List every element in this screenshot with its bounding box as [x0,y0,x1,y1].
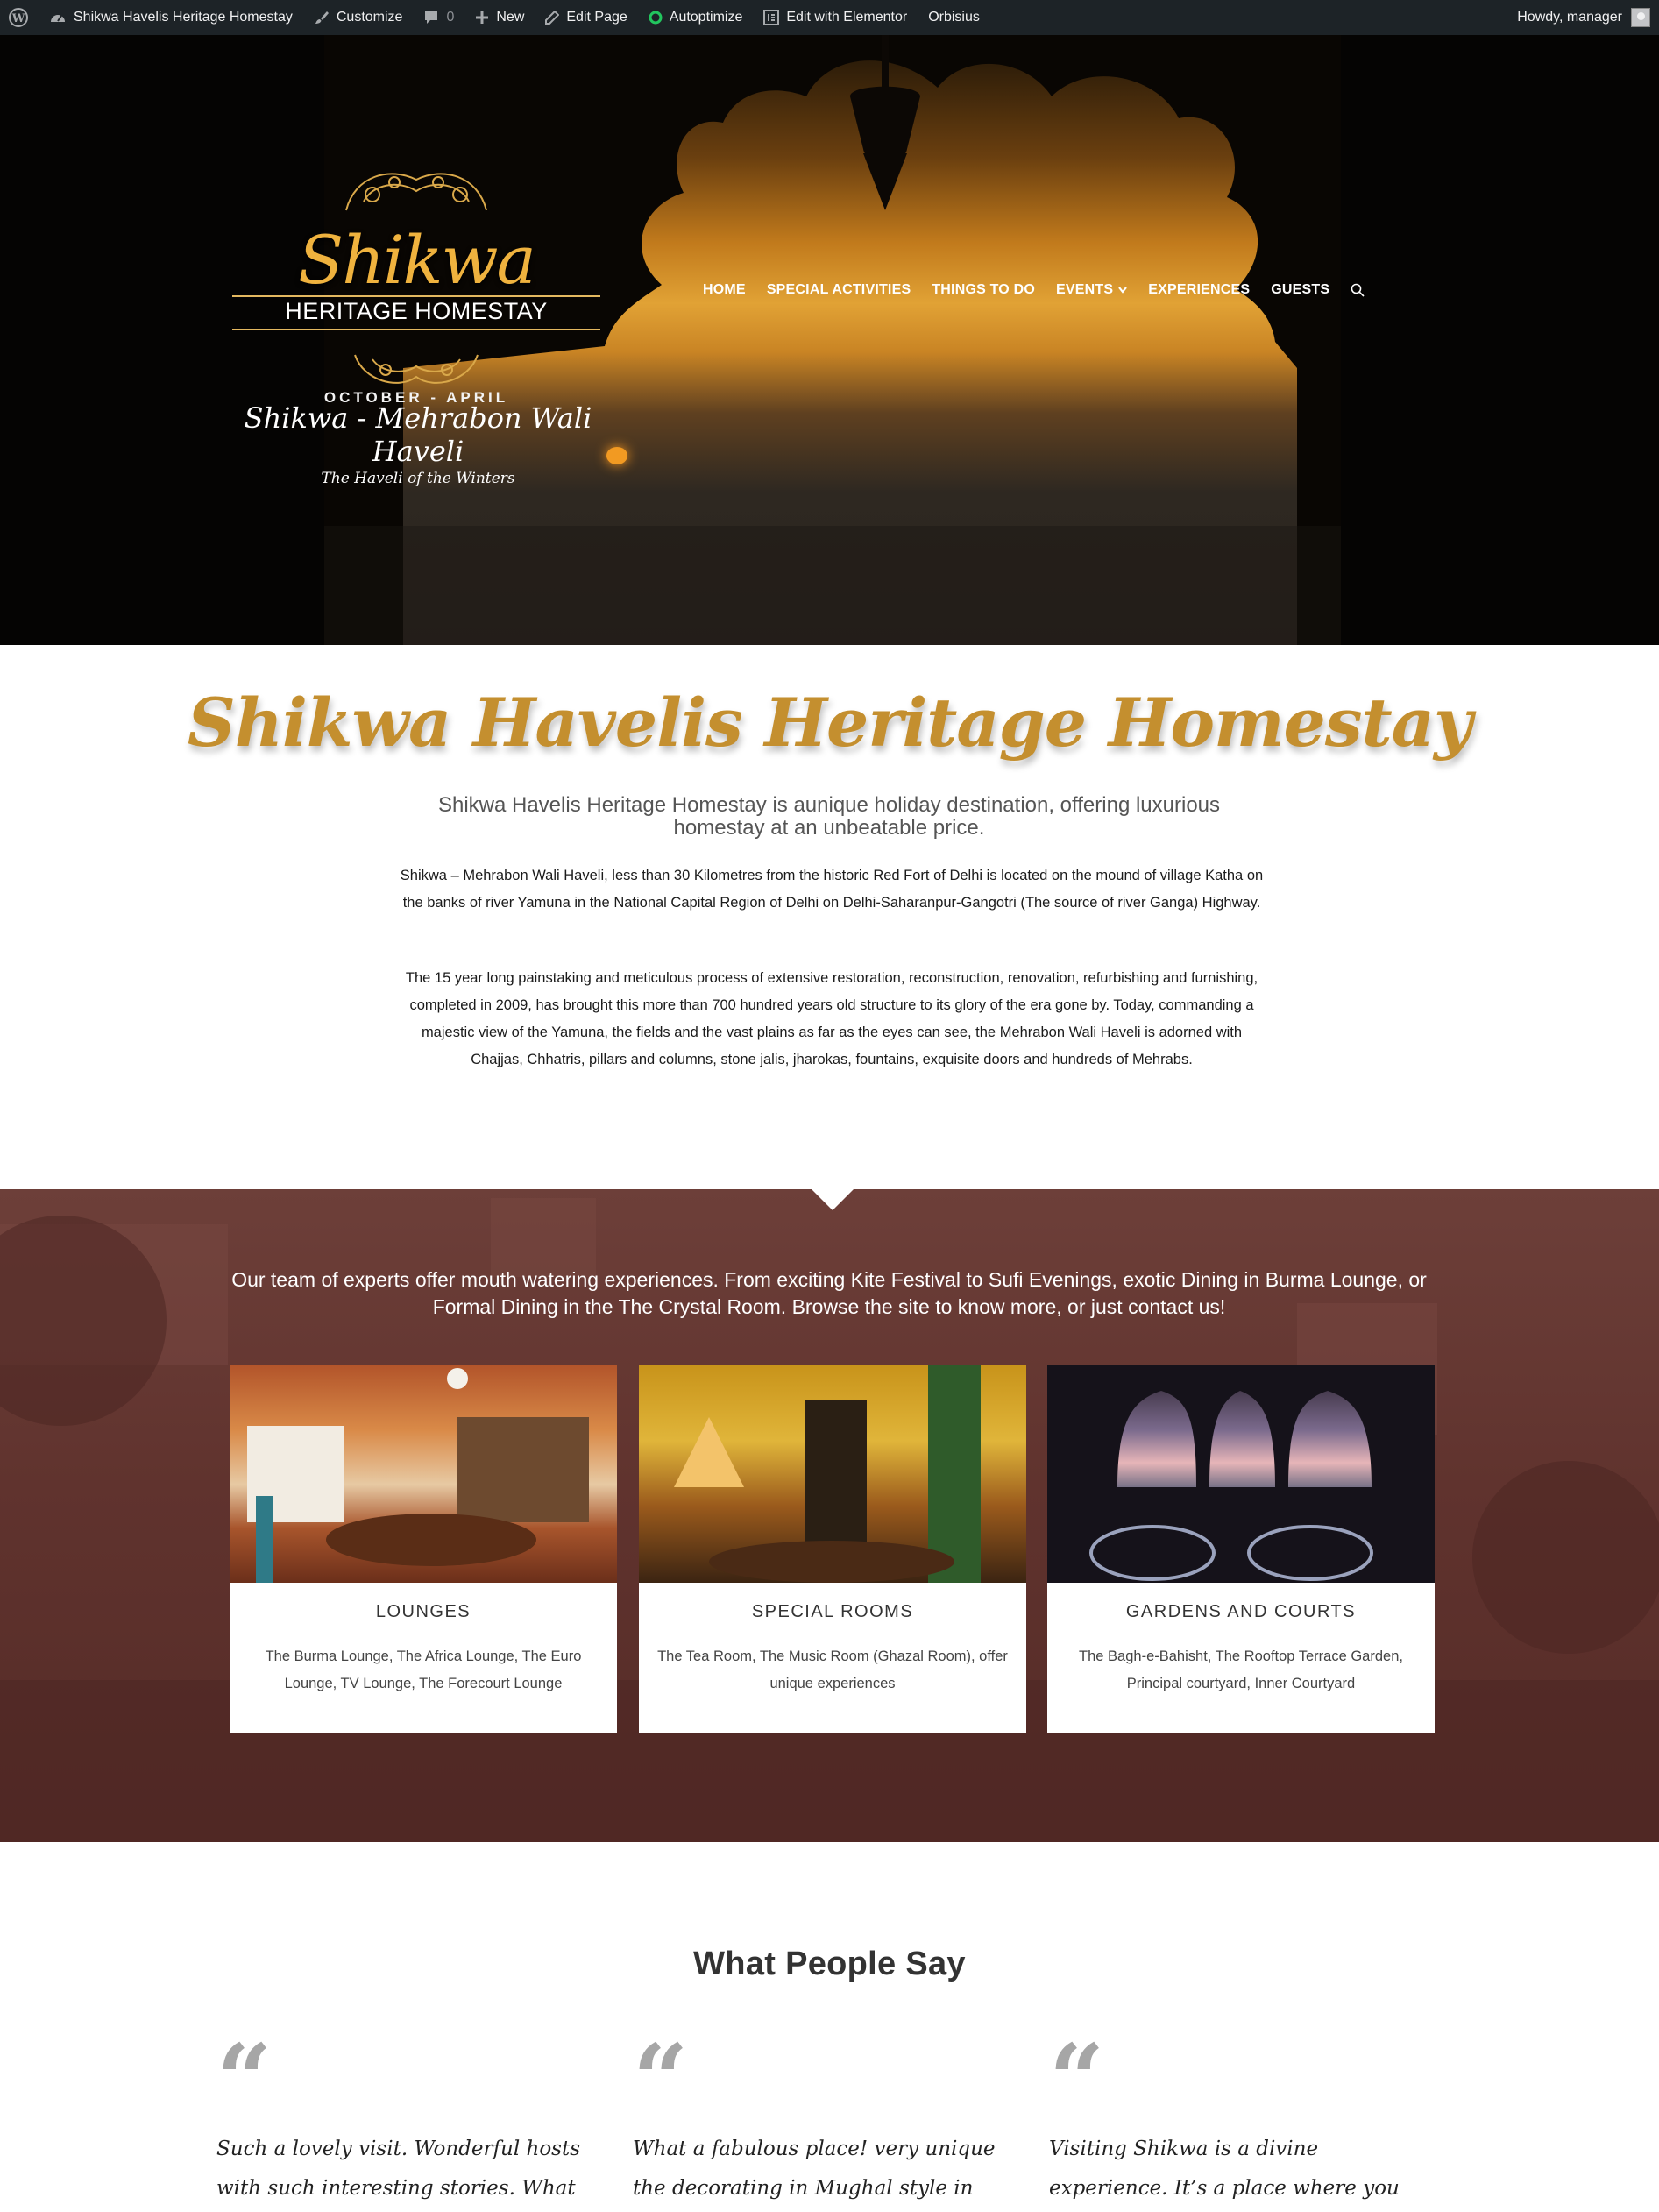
admin-comments-link[interactable]: 0 [423,10,454,25]
chevron-down-icon [1118,287,1128,294]
pencil-icon [545,11,560,25]
nav-guests[interactable]: GUESTS [1271,282,1329,298]
new-label: New [496,10,525,25]
elementor-icon [763,10,780,25]
site-logo[interactable]: Shikwa HERITAGE HOMESTAY OCTOBER - APRIL [232,140,600,421]
comment-count: 0 [446,10,455,25]
svg-text:W: W [11,12,25,25]
card-special-rooms[interactable]: SPECIAL ROOMS The Tea Room, The Music Ro… [639,1365,1026,1733]
hero-tagline: Shikwa - Mehrabon Wali Haveli The Haveli… [230,401,606,487]
admin-customize-link[interactable]: Customize [314,10,403,25]
brush-icon [315,11,329,24]
nav-special-activities[interactable]: SPECIAL ACTIVITIES [767,282,911,298]
card-description: The Tea Room, The Music Room (Ghazal Roo… [657,1648,1008,1691]
logo-subtitle: HERITAGE HOMESTAY [285,298,548,324]
edit-page-label: Edit Page [566,10,627,25]
experiences-intro: Our team of experts offer mouth watering… [231,1268,1427,1318]
nav-search[interactable] [1351,283,1365,297]
quote-icon: “ [1049,2040,1417,2096]
lounges-image [230,1365,617,1583]
logo-script-text: Shikwa [298,221,536,299]
customize-label: Customize [336,10,403,25]
admin-orbisius-link[interactable]: Orbisius [928,10,980,25]
quote-icon: “ [216,2040,585,2096]
search-icon [1351,283,1365,297]
nav-events-label: EVENTS [1056,282,1114,297]
hero-section: Shikwa HERITAGE HOMESTAY OCTOBER - APRIL… [0,35,1659,645]
site-name: Shikwa Havelis Heritage Homestay [74,10,293,25]
testimonial-2: “ What a fabulous place! very unique the… [633,2040,1001,2212]
section-notch [812,1189,854,1210]
card-description: The Bagh-e-Bahisht, The Rooftop Terrace … [1079,1648,1403,1691]
testimonial-text: Such a lovely visit. Wonderful hosts wit… [216,2138,581,2200]
howdy-label: Howdy, manager [1517,10,1622,25]
gardens-image [1047,1365,1435,1583]
nav-events[interactable]: EVENTS [1056,282,1128,298]
admin-bar: W Shikwa Havelis Heritage Homestay Custo… [0,0,1659,35]
nav-things-to-do[interactable]: THINGS TO DO [932,282,1035,298]
admin-edit-page-link[interactable]: Edit Page [545,10,627,25]
dashboard-icon [51,15,65,22]
comment-icon [425,11,438,24]
intro-paragraph-1: Shikwa – Mehrabon Wali Haveli, less than… [400,868,1264,911]
status-circle-icon [649,11,663,25]
testimonial-text: Visiting Shikwa is a divine experience. … [1049,2138,1400,2200]
card-title: GARDENS AND COURTS [1125,1602,1357,1621]
hero-lamp-glow [606,447,627,464]
orbisius-label: Orbisius [928,10,980,25]
testimonials-title: What People Say [693,1946,966,1982]
experiences-section: Our team of experts offer mouth watering… [0,1189,1659,1842]
intro-paragraph-2: The 15 year long painstaking and meticul… [405,970,1258,1067]
intro-lead: Shikwa Havelis Heritage Homestay is auni… [437,793,1221,840]
tagline-subtitle: The Haveli of the Winters [321,470,515,487]
admin-autoptimize-link[interactable]: Autoptimize [649,10,743,25]
admin-account-menu[interactable]: Howdy, manager [1517,8,1650,27]
testimonial-3: “ Visiting Shikwa is a divine experience… [1049,2040,1417,2212]
autoptimize-label: Autoptimize [669,10,743,25]
special-rooms-image [639,1365,1026,1583]
card-description: The Burma Lounge, The Africa Lounge, The… [265,1648,582,1691]
intro-title: Shikwa Havelis Heritage Homestay [187,684,1472,762]
card-title: LOUNGES [375,1602,471,1621]
elementor-label: Edit with Elementor [786,10,908,25]
avatar [1631,8,1650,27]
card-gardens-and-courts[interactable]: GARDENS AND COURTS The Bagh-e-Bahisht, T… [1047,1365,1435,1733]
main-navigation: HOME SPECIAL ACTIVITIES THINGS TO DO EVE… [692,282,1375,298]
testimonial-text: What a fabulous place! very unique the d… [633,2138,996,2200]
tagline-title: Shikwa - Mehrabon Wali Haveli [244,401,592,468]
admin-site-link[interactable]: Shikwa Havelis Heritage Homestay [49,10,293,25]
plus-icon [476,11,489,24]
card-lounges[interactable]: LOUNGES The Burma Lounge, The Africa Lou… [230,1365,617,1733]
card-title: SPECIAL ROOMS [751,1602,914,1621]
admin-new-link[interactable]: New [475,10,524,25]
quote-icon: “ [633,2040,1001,2096]
nav-experiences[interactable]: EXPERIENCES [1148,282,1250,298]
admin-elementor-link[interactable]: Edit with Elementor [763,10,907,25]
wordpress-logo-icon[interactable]: W [9,8,28,27]
nav-home[interactable]: HOME [703,282,746,298]
testimonial-1: “ Such a lovely visit. Wonderful hosts w… [216,2040,585,2212]
